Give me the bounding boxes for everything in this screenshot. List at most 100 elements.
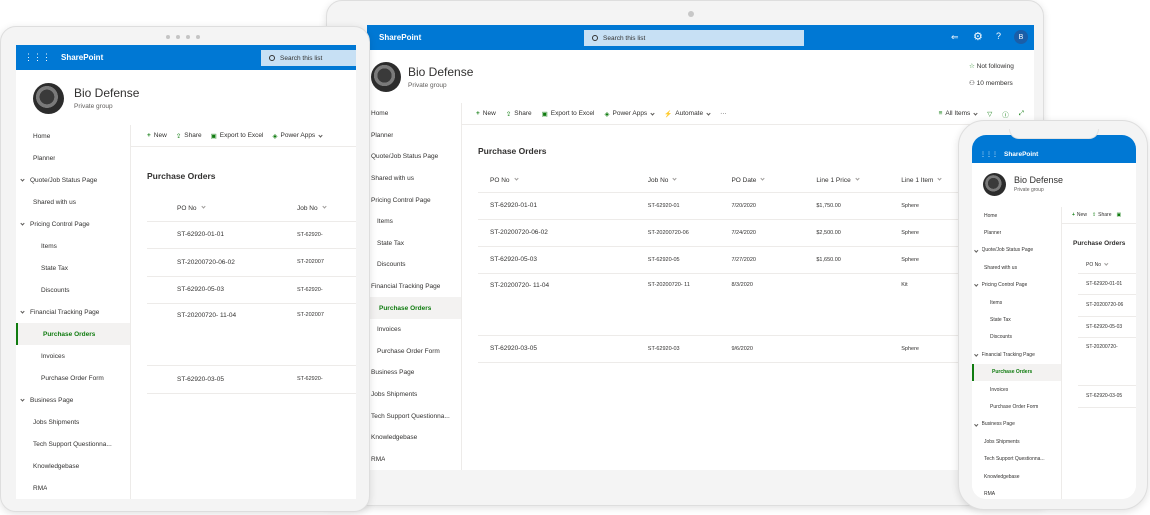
share-button[interactable]: ⇪ Share (1092, 212, 1112, 218)
column-header[interactable]: PO No (147, 197, 297, 222)
nav-item-shared-with-us[interactable]: Shared with us (972, 259, 1061, 276)
nav-item-knowledgebase[interactable]: Knowledgebase (16, 455, 130, 477)
filter-icon[interactable]: ▽ (987, 110, 992, 118)
table-row[interactable]: ST-20200720- 11-04 ST-20200720- 11 8/3/202… (478, 273, 1034, 336)
table-row[interactable]: ST-62920-03-05 (1078, 385, 1136, 408)
nav-item-home[interactable]: Home (16, 125, 130, 147)
nav-item-pricing-control-page[interactable]: Pricing Control Page (367, 189, 461, 211)
site-logo[interactable] (983, 172, 1006, 196)
search-box[interactable]: Search this list (261, 50, 356, 66)
table-row[interactable]: ST-20200720- 11-04 ST-202007 (147, 303, 356, 366)
nav-item-state-tax[interactable]: State Tax (972, 311, 1061, 328)
nav-item-quote-job-status-page[interactable]: Quote/Job Status Page (16, 169, 130, 191)
column-header[interactable]: PO Date (731, 170, 817, 193)
table-row[interactable]: ST-62920-03-05 ST-62920- (147, 365, 356, 394)
nav-item-purchase-orders[interactable]: Purchase Orders (972, 363, 1061, 381)
info-icon[interactable]: ⓘ (1002, 109, 1009, 119)
export-button[interactable]: ▣ Export to Excel (211, 132, 264, 140)
nav-item-invoices[interactable]: Invoices (16, 345, 130, 367)
column-header[interactable]: Job No (647, 170, 732, 193)
chevron-down-icon[interactable] (20, 177, 25, 182)
nav-item-purchase-order-form[interactable]: Purchase Order Form (16, 367, 130, 389)
column-header[interactable]: PO No (1078, 257, 1136, 274)
site-title[interactable]: Bio Defense (74, 86, 139, 100)
table-row[interactable]: ST-20200720-06-02 ST-20200720-06 7/24/2020… (478, 219, 1034, 247)
follow-status[interactable]: ☆ Not following (969, 62, 1014, 70)
column-header[interactable]: Job No (297, 197, 356, 222)
new-button[interactable]: + New (1072, 212, 1087, 218)
nav-item-planner[interactable]: Planner (16, 147, 130, 169)
nav-item-items[interactable]: Items (367, 211, 461, 233)
chevron-down-icon[interactable] (974, 352, 979, 356)
table-row[interactable]: ST-62920-01-01 (1078, 273, 1136, 295)
table-row[interactable]: ST-62920-05-03 ST-62920- (147, 276, 356, 304)
power-apps-button[interactable]: ◈ Power Apps (605, 110, 655, 118)
export-button[interactable]: ▣ (1116, 212, 1121, 218)
power-apps-button[interactable]: ◈ Power Apps (273, 132, 323, 140)
nav-item-business-page[interactable]: Business Page (972, 416, 1061, 433)
nav-item-home[interactable]: Home (972, 207, 1061, 224)
nav-item-jobs-shipments[interactable]: Jobs Shipments (367, 384, 461, 406)
gear-icon[interactable]: ⚙ (973, 30, 983, 43)
column-header[interactable]: Line 1 Price (816, 170, 902, 193)
nav-item-jobs-shipments[interactable]: Jobs Shipments (972, 433, 1061, 450)
nav-item-discounts[interactable]: Discounts (367, 254, 461, 276)
site-title[interactable]: Bio Defense (408, 65, 473, 79)
nav-item-pricing-control-page[interactable]: Pricing Control Page (972, 277, 1061, 294)
help-icon[interactable]: ? (996, 31, 1001, 41)
sharepoint-brand[interactable]: SharePoint (61, 53, 103, 62)
app-launcher-icon[interactable]: ⋮⋮⋮ (980, 151, 998, 158)
nav-item-invoices[interactable]: Invoices (972, 381, 1061, 398)
nav-item-items[interactable]: Items (972, 294, 1061, 311)
table-row[interactable]: ST-20200720-06-02 ST-202007 (147, 248, 356, 277)
nav-item-financial-tracking-page[interactable]: Financial Tracking Page (367, 276, 461, 298)
more-button[interactable]: ··· (720, 110, 727, 117)
table-row[interactable]: ST-20200720- (1078, 337, 1136, 386)
share-button[interactable]: ⇪ Share (506, 110, 532, 118)
site-title[interactable]: Bio Defense (1014, 175, 1063, 185)
share-button[interactable]: ⇪ Share (176, 132, 202, 140)
automate-button[interactable]: ⚡ Automate (664, 110, 711, 118)
nav-item-items[interactable]: Items (16, 235, 130, 257)
chevron-down-icon[interactable] (974, 248, 979, 252)
nav-item-tech-support-questionnaire[interactable]: Tech Support Questionna... (367, 405, 461, 427)
table-row[interactable]: ST-62920-01-01 ST-62920-01 7/20/2020 $1,750… (478, 192, 1034, 220)
chevron-down-icon[interactable] (20, 309, 25, 314)
nav-item-home[interactable]: Home (367, 103, 461, 125)
nav-item-state-tax[interactable]: State Tax (367, 233, 461, 255)
nav-item-rma[interactable]: RMA (972, 485, 1061, 499)
site-logo[interactable] (33, 82, 64, 114)
nav-item-invoices[interactable]: Invoices (367, 319, 461, 341)
nav-item-financial-tracking-page[interactable]: Financial Tracking Page (16, 301, 130, 323)
site-logo[interactable] (371, 61, 401, 92)
nav-item-pricing-control-page[interactable]: Pricing Control Page (16, 213, 130, 235)
table-row[interactable]: ST-20200720-06 (1078, 294, 1136, 317)
sharepoint-brand[interactable]: SharePoint (1004, 151, 1038, 158)
nav-item-knowledgebase[interactable]: Knowledgebase (367, 427, 461, 449)
table-row[interactable]: ST-62920-01-01 ST-62920- (147, 221, 356, 249)
nav-item-quote-job-status-page[interactable]: Quote/Job Status Page (367, 146, 461, 168)
chevron-down-icon[interactable] (20, 221, 25, 226)
expand-icon[interactable]: ⤢ (1019, 110, 1024, 118)
nav-item-rma[interactable]: RMA (16, 477, 130, 499)
all-items-view[interactable]: ≡ All Items (939, 110, 978, 117)
nav-item-business-page[interactable]: Business Page (16, 389, 130, 411)
nav-item-jobs-shipments[interactable]: Jobs Shipments (16, 411, 130, 433)
app-launcher-icon[interactable]: ⋮⋮⋮ (24, 52, 51, 63)
nav-item-planner[interactable]: Planner (367, 125, 461, 147)
nav-item-shared-with-us[interactable]: Shared with us (367, 168, 461, 190)
nav-item-purchase-orders[interactable]: Purchase Orders (367, 297, 461, 319)
nav-item-knowledgebase[interactable]: Knowledgebase (972, 468, 1061, 485)
nav-item-business-page[interactable]: Business Page (367, 362, 461, 384)
nav-item-purchase-orders[interactable]: Purchase Orders (16, 323, 130, 345)
search-box[interactable]: Search this list (584, 30, 804, 46)
nav-item-discounts[interactable]: Discounts (972, 329, 1061, 346)
table-row[interactable]: ST-62920-05-03 ST-62920-05 7/27/2020 $1,650… (478, 246, 1034, 274)
nav-item-discounts[interactable]: Discounts (16, 279, 130, 301)
nav-item-tech-support-questionnaire[interactable]: Tech Support Questionna... (16, 433, 130, 455)
chevron-down-icon[interactable] (974, 282, 979, 287)
nav-item-shared-with-us[interactable]: Shared with us (16, 191, 130, 213)
chevron-down-icon[interactable] (20, 397, 25, 402)
avatar[interactable]: B (1014, 30, 1028, 44)
nav-item-purchase-order-form[interactable]: Purchase Order Form (972, 398, 1061, 415)
